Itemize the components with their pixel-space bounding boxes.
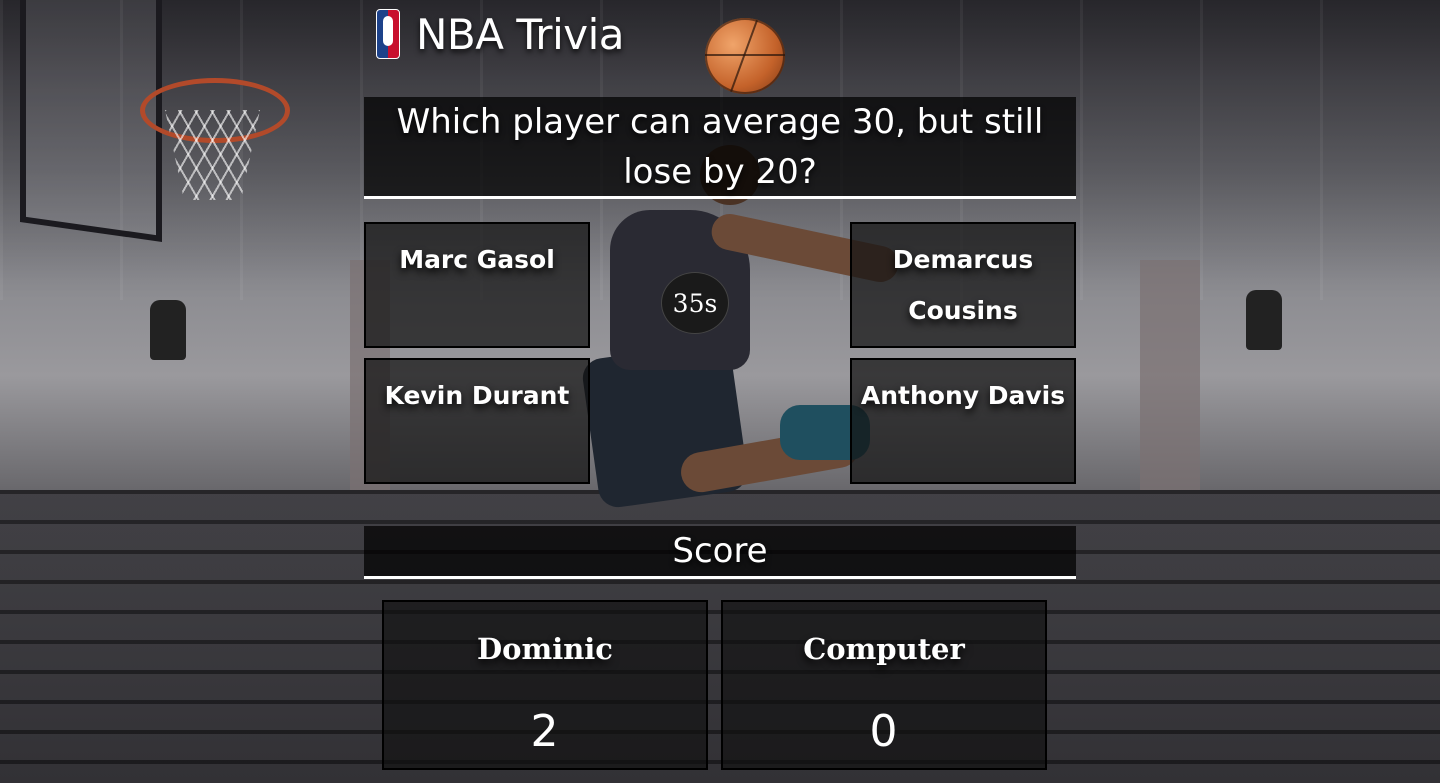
score-card-player: Dominic 2	[382, 600, 708, 770]
answer-button-3[interactable]: Kevin Durant	[364, 358, 590, 484]
answer-button-1[interactable]: Marc Gasol	[364, 222, 590, 348]
ceiling-lamp	[1246, 290, 1282, 350]
countdown-timer: 35s	[661, 272, 729, 334]
question-text: Which player can average 30, but still l…	[364, 97, 1076, 199]
computer-name: Computer	[803, 632, 965, 666]
basketball-image	[705, 18, 785, 94]
app-header: NBA Trivia	[376, 4, 625, 64]
app-title: NBA Trivia	[416, 9, 625, 59]
score-heading: Score	[364, 526, 1076, 579]
answer-button-2[interactable]: Demarcus Cousins	[850, 222, 1076, 348]
computer-score: 0	[869, 706, 899, 757]
player-name: Dominic	[477, 632, 613, 666]
backboard	[20, 0, 162, 242]
gym-pillar	[1140, 260, 1200, 520]
score-card-computer: Computer 0	[721, 600, 1047, 770]
dunking-player-image	[560, 145, 902, 560]
nba-logo-icon	[376, 9, 400, 59]
answer-button-4[interactable]: Anthony Davis	[850, 358, 1076, 484]
player-score: 2	[530, 706, 560, 757]
ceiling-lamp	[150, 300, 186, 360]
